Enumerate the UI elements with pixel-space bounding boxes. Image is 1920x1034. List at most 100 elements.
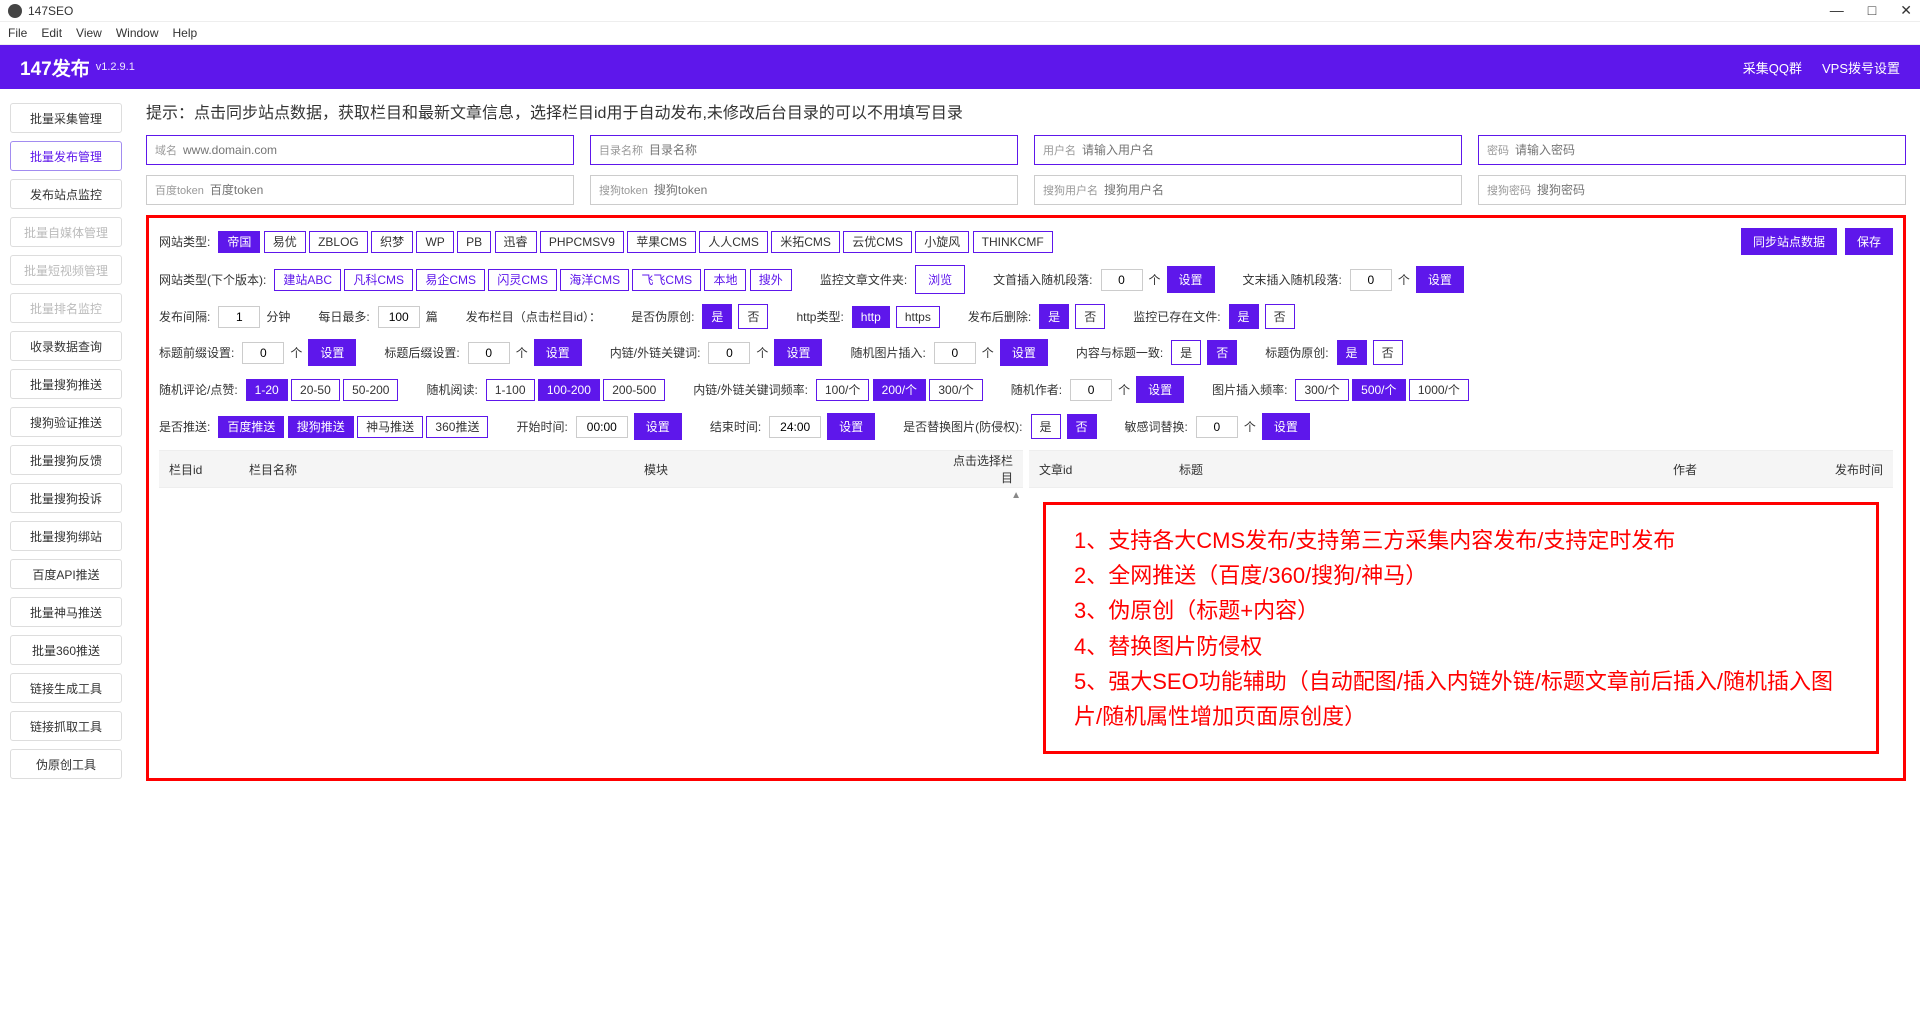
pseudo-no[interactable]: 否 (738, 304, 768, 329)
titlesuffix-input[interactable] (468, 342, 510, 364)
option-搜狗推送[interactable]: 搜狗推送 (288, 416, 354, 438)
menu-view[interactable]: View (76, 26, 102, 40)
starttime-input[interactable] (576, 416, 628, 438)
replaceimg-no[interactable]: 否 (1067, 414, 1097, 439)
randimg-set[interactable]: 设置 (1000, 339, 1048, 366)
menu-window[interactable]: Window (116, 26, 159, 40)
monitorexist-yes[interactable]: 是 (1229, 304, 1259, 329)
monitorexist-no[interactable]: 否 (1265, 304, 1295, 329)
interval-input[interactable] (218, 306, 260, 328)
sidebar-item-5[interactable]: 批量排名监控 (10, 293, 122, 323)
option-小旋风[interactable]: 小旋风 (915, 231, 969, 253)
sidebar-item-0[interactable]: 批量采集管理 (10, 103, 122, 133)
text-input[interactable] (654, 183, 1009, 197)
option-PHPCMSV9[interactable]: PHPCMSV9 (540, 231, 624, 253)
option-100/个[interactable]: 100/个 (816, 379, 869, 401)
option-1-20[interactable]: 1-20 (246, 379, 288, 401)
sidebar-item-17[interactable]: 伪原创工具 (10, 749, 122, 779)
deleteafter-yes[interactable]: 是 (1039, 304, 1069, 329)
option-迅睿[interactable]: 迅睿 (495, 231, 537, 253)
option-20-50[interactable]: 20-50 (291, 379, 340, 401)
option-next-凡科CMS[interactable]: 凡科CMS (344, 269, 413, 291)
option-next-海洋CMS[interactable]: 海洋CMS (560, 269, 629, 291)
option-200-500[interactable]: 200-500 (603, 379, 665, 401)
sidebar-item-7[interactable]: 批量搜狗推送 (10, 369, 122, 399)
titlepseudo-yes[interactable]: 是 (1337, 340, 1367, 365)
vps-settings-link[interactable]: VPS拨号设置 (1822, 58, 1900, 77)
option-300/个[interactable]: 300/个 (1295, 379, 1348, 401)
pseudo-yes[interactable]: 是 (702, 304, 732, 329)
text-input[interactable] (1537, 183, 1897, 197)
insert-end-set[interactable]: 设置 (1416, 266, 1464, 293)
option-帝国[interactable]: 帝国 (218, 231, 260, 253)
option-100-200[interactable]: 100-200 (538, 379, 600, 401)
option-THINKCMF[interactable]: THINKCMF (973, 231, 1053, 253)
option-苹果CMS[interactable]: 苹果CMS (627, 231, 696, 253)
option-360推送[interactable]: 360推送 (426, 416, 488, 438)
text-input[interactable] (210, 183, 565, 197)
linkkeyword-input[interactable] (708, 342, 750, 364)
titlematch-yes[interactable]: 是 (1171, 340, 1201, 365)
column-table-body[interactable]: ▲ (159, 488, 1023, 768)
option-1000/个[interactable]: 1000/个 (1409, 379, 1469, 401)
save-button[interactable]: 保存 (1845, 228, 1893, 255)
scroll-up-icon[interactable]: ▲ (1011, 490, 1021, 501)
sidebar-item-3[interactable]: 批量自媒体管理 (10, 217, 122, 247)
option-next-闪灵CMS[interactable]: 闪灵CMS (488, 269, 557, 291)
sidebar-item-4[interactable]: 批量短视频管理 (10, 255, 122, 285)
sidebar-item-11[interactable]: 批量搜狗绑站 (10, 521, 122, 551)
sensitive-input[interactable] (1196, 416, 1238, 438)
option-织梦[interactable]: 织梦 (371, 231, 413, 253)
sidebar-item-9[interactable]: 批量搜狗反馈 (10, 445, 122, 475)
option-200/个[interactable]: 200/个 (873, 379, 926, 401)
randimg-input[interactable] (934, 342, 976, 364)
http-option[interactable]: http (852, 306, 890, 328)
deleteafter-no[interactable]: 否 (1075, 304, 1105, 329)
option-人人CMS[interactable]: 人人CMS (699, 231, 768, 253)
titlepseudo-no[interactable]: 否 (1373, 340, 1403, 365)
sidebar-item-1[interactable]: 批量发布管理 (10, 141, 122, 171)
sensitive-set[interactable]: 设置 (1262, 413, 1310, 440)
https-option[interactable]: https (896, 306, 940, 328)
option-ZBLOG[interactable]: ZBLOG (309, 231, 368, 253)
text-input[interactable] (1515, 143, 1897, 157)
maximize-button[interactable]: □ (1868, 2, 1876, 19)
menu-edit[interactable]: Edit (41, 26, 62, 40)
option-next-飞飞CMS[interactable]: 飞飞CMS (632, 269, 701, 291)
browse-button[interactable]: 浏览 (915, 265, 965, 294)
endtime-set[interactable]: 设置 (827, 413, 875, 440)
menu-help[interactable]: Help (173, 26, 198, 40)
insert-end-input[interactable] (1350, 269, 1392, 291)
text-input[interactable] (1082, 143, 1453, 157)
randauthor-input[interactable] (1070, 379, 1112, 401)
sidebar-item-8[interactable]: 搜狗验证推送 (10, 407, 122, 437)
option-50-200[interactable]: 50-200 (343, 379, 398, 401)
sync-site-button[interactable]: 同步站点数据 (1741, 228, 1837, 255)
article-table-body[interactable]: 1、支持各大CMS发布/支持第三方采集内容发布/支持定时发布 2、全网推送（百度… (1029, 488, 1893, 768)
randauthor-set[interactable]: 设置 (1136, 376, 1184, 403)
text-input[interactable] (649, 143, 1009, 157)
menu-file[interactable]: File (8, 26, 27, 40)
close-button[interactable]: ✕ (1900, 2, 1912, 19)
option-PB[interactable]: PB (457, 231, 491, 253)
option-next-建站ABC[interactable]: 建站ABC (274, 269, 341, 291)
option-米拓CMS[interactable]: 米拓CMS (771, 231, 840, 253)
option-next-本地[interactable]: 本地 (704, 269, 746, 291)
replaceimg-yes[interactable]: 是 (1031, 414, 1061, 439)
option-500/个[interactable]: 500/个 (1352, 379, 1405, 401)
insert-begin-set[interactable]: 设置 (1167, 266, 1215, 293)
option-next-易企CMS[interactable]: 易企CMS (416, 269, 485, 291)
titleprefix-set[interactable]: 设置 (308, 339, 356, 366)
text-input[interactable] (183, 143, 565, 157)
sidebar-item-6[interactable]: 收录数据查询 (10, 331, 122, 361)
option-next-搜外[interactable]: 搜外 (750, 269, 792, 291)
titleprefix-input[interactable] (242, 342, 284, 364)
sidebar-item-16[interactable]: 链接抓取工具 (10, 711, 122, 741)
dailymax-input[interactable] (378, 306, 420, 328)
sidebar-item-15[interactable]: 链接生成工具 (10, 673, 122, 703)
qq-group-link[interactable]: 采集QQ群 (1743, 58, 1802, 77)
titlesuffix-set[interactable]: 设置 (534, 339, 582, 366)
option-WP[interactable]: WP (416, 231, 453, 253)
option-1-100[interactable]: 1-100 (486, 379, 535, 401)
option-云优CMS[interactable]: 云优CMS (843, 231, 912, 253)
